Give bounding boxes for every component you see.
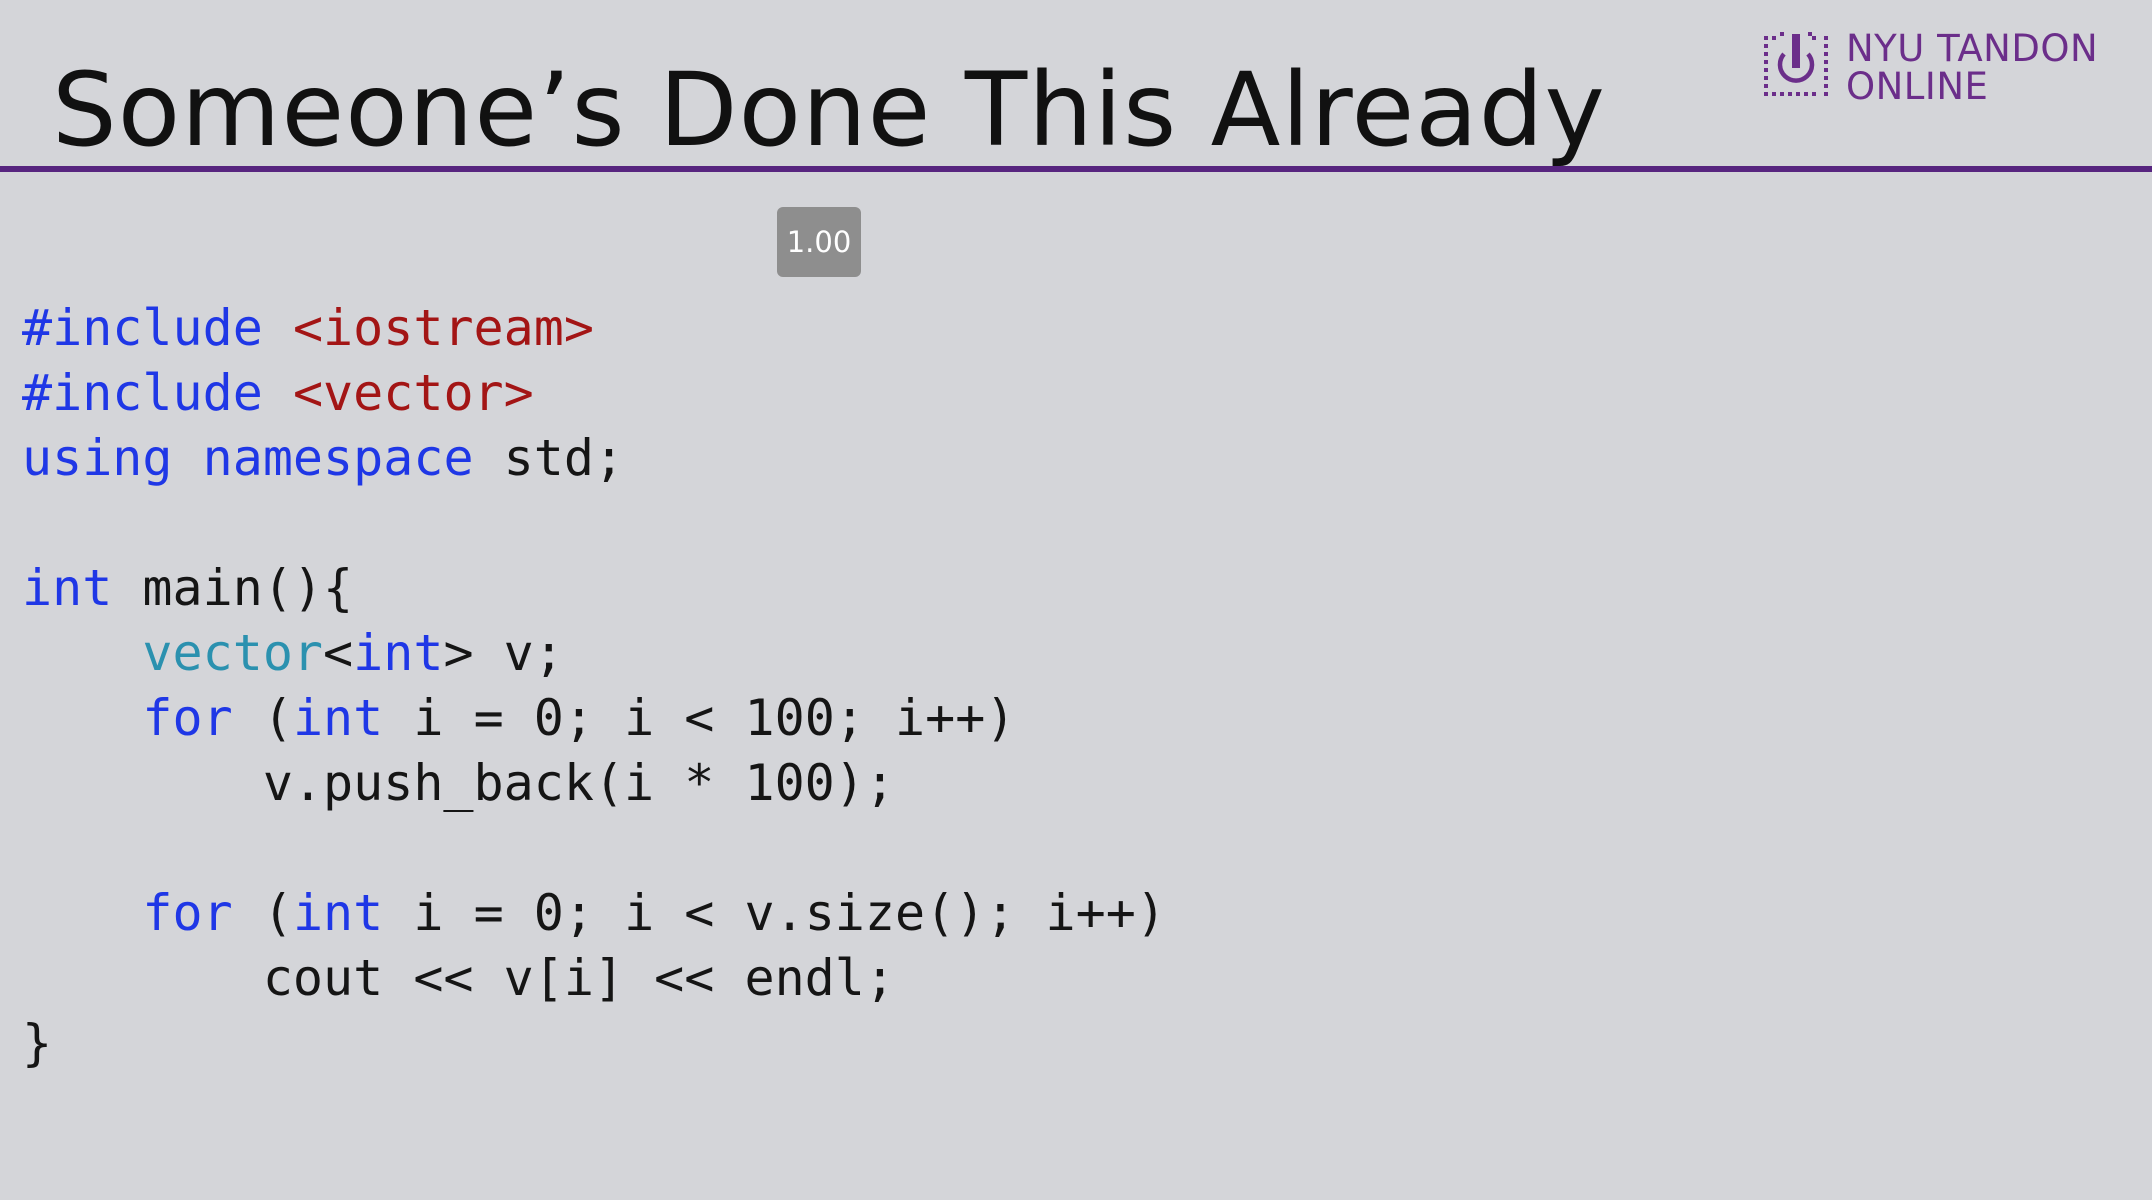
logo-line-2: ONLINE — [1846, 65, 1989, 108]
code-token: cout << v[i] << endl; — [22, 949, 895, 1007]
code-token: int — [292, 689, 384, 747]
code-line: #include <iostream> — [22, 296, 1166, 361]
code-block: #include <iostream> #include <vector> usin… — [22, 296, 1166, 1076]
code-token: int — [353, 624, 444, 682]
code-token: } — [22, 1014, 53, 1072]
code-token: < — [323, 624, 354, 682]
code-token: using — [22, 429, 173, 487]
code-line: for (int i = 0; i < v.size(); i++) — [22, 881, 1166, 946]
code-token: int — [292, 884, 384, 942]
code-line: v.push_back(i * 100); — [22, 751, 1166, 816]
code-line: vector<int> v; — [22, 621, 1166, 686]
logo-line-1: NYU TANDON — [1846, 27, 2099, 70]
code-line: #include <vector> — [22, 361, 1166, 426]
code-line: cout << v[i] << endl; — [22, 946, 1166, 1011]
nyu-tandon-logo: NYU TANDON ONLINE — [1762, 30, 2098, 106]
code-token: for — [142, 689, 233, 747]
code-token: i = 0; i < v.size(); i++) — [383, 884, 1166, 942]
code-token: namespace — [202, 429, 474, 487]
code-token: > v; — [443, 624, 564, 682]
code-token: vector — [142, 624, 324, 682]
code-token: <vector> — [292, 364, 534, 422]
code-token: <iostream> — [292, 299, 594, 357]
code-line: int main(){ — [22, 556, 1166, 621]
code-token: ( — [232, 884, 293, 942]
nyu-torch-icon — [1764, 32, 1828, 96]
title-divider — [0, 166, 2152, 172]
code-token: std; — [473, 429, 625, 487]
code-token: v.push_back(i * 100); — [22, 754, 895, 812]
code-token: ( — [232, 689, 293, 747]
code-token: for — [142, 884, 233, 942]
code-token: int — [22, 559, 113, 617]
code-token: main(){ — [112, 559, 354, 617]
code-token: i = 0; i < 100; i++) — [383, 689, 1016, 747]
code-token: #include — [22, 364, 263, 422]
code-line: using namespace std; — [22, 426, 1166, 491]
zoom-level-badge[interactable]: 1.00 — [777, 207, 861, 277]
code-line: for (int i = 0; i < 100; i++) — [22, 686, 1166, 751]
slide-title: Someone’s Done This Already — [52, 51, 1606, 170]
code-token: #include — [22, 299, 263, 357]
code-line: } — [22, 1011, 1166, 1076]
